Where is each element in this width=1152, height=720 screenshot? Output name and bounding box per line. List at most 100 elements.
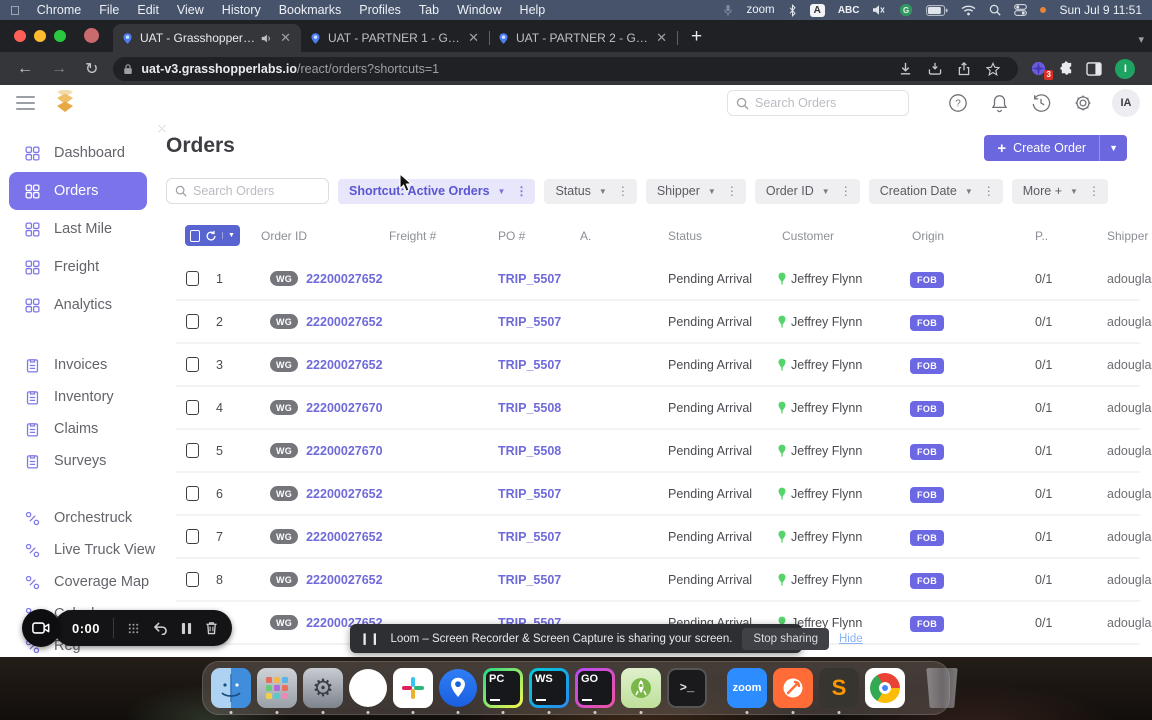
- input-source-icon[interactable]: A: [809, 3, 825, 17]
- menubar-menu-item[interactable]: File: [90, 3, 128, 17]
- settings-gear-icon[interactable]: [1062, 93, 1104, 113]
- chevron-down-icon[interactable]: ▼: [708, 187, 716, 196]
- filter-chip[interactable]: Creation Date ▼ ⋮: [868, 178, 1003, 204]
- order-row[interactable]: 8 WG 22200027652 TRIP_5507 Pending Arriv…: [176, 559, 1152, 602]
- global-search-input[interactable]: [755, 96, 900, 110]
- sidebar-item[interactable]: Inventory: [0, 381, 156, 413]
- row-checkbox[interactable]: [186, 357, 199, 372]
- stop-sharing-button[interactable]: Stop sharing: [742, 627, 829, 650]
- menubar-menu-item[interactable]: Chrome: [28, 3, 90, 17]
- user-avatar[interactable]: IA: [1112, 89, 1140, 117]
- po-number-link[interactable]: TRIP_5508: [485, 444, 580, 458]
- minimize-window-button[interactable]: [34, 30, 46, 42]
- filter-kebab-icon[interactable]: ⋮: [617, 184, 629, 198]
- menubar-menu-item[interactable]: Edit: [128, 3, 168, 17]
- save-to-device-icon[interactable]: [920, 62, 950, 75]
- zoom-menubar-label[interactable]: zoom: [746, 4, 774, 16]
- filter-chip[interactable]: More + ▼ ⋮: [1011, 178, 1108, 204]
- notifications-bell-icon[interactable]: [979, 93, 1020, 113]
- tab-overflow-chevron-icon[interactable]: ▾: [1138, 33, 1144, 46]
- dock-system-settings-icon[interactable]: ⚙: [303, 668, 343, 714]
- close-window-button[interactable]: [14, 30, 26, 42]
- dock-finder-icon[interactable]: [211, 668, 251, 714]
- filter-chip[interactable]: Shipper ▼ ⋮: [645, 178, 746, 204]
- bulk-select-control[interactable]: ▼: [185, 225, 240, 246]
- chevron-down-icon[interactable]: ▼: [599, 187, 607, 196]
- po-number-link[interactable]: TRIP_5507: [485, 358, 580, 372]
- order-row[interactable]: 3 WG 22200027652 TRIP_5507 Pending Arriv…: [176, 344, 1152, 387]
- refresh-icon[interactable]: [205, 230, 217, 242]
- column-header[interactable]: P..: [995, 229, 1060, 243]
- orders-search[interactable]: [166, 178, 329, 204]
- side-panel-icon[interactable]: [1080, 61, 1108, 76]
- column-header[interactable]: Freight #: [389, 229, 485, 243]
- grasshopper-logo[interactable]: [53, 90, 77, 116]
- address-bar[interactable]: uat-v3.grasshopperlabs.io/react/orders?s…: [113, 56, 1019, 81]
- menubar-menu-item[interactable]: Bookmarks: [270, 3, 351, 17]
- tab-close-icon[interactable]: ✕: [466, 30, 481, 46]
- menubar-menu-item[interactable]: Tab: [410, 3, 448, 17]
- dock-slack-icon[interactable]: [393, 668, 433, 714]
- create-order-button[interactable]: + Create Order ▼: [984, 135, 1127, 161]
- app-status-icon[interactable]: G: [899, 3, 913, 17]
- order-id-link[interactable]: 22200027670: [306, 401, 382, 415]
- column-header[interactable]: Customer: [757, 229, 884, 243]
- filter-kebab-icon[interactable]: ⋮: [726, 184, 738, 198]
- browser-tab[interactable]: UAT - PARTNER 2 - Grasshopp ✕: [489, 24, 678, 52]
- row-checkbox[interactable]: [186, 271, 199, 286]
- row-checkbox[interactable]: [186, 443, 199, 458]
- menubar-menu-item[interactable]: History: [213, 3, 270, 17]
- tab-close-icon[interactable]: ✕: [654, 30, 669, 46]
- order-id-link[interactable]: 22200027652: [306, 272, 382, 286]
- dock-grasshopper-pin-icon[interactable]: [439, 668, 477, 714]
- browser-tab[interactable]: UAT - PARTNER 1 - Grasshopp ✕: [301, 24, 490, 52]
- browser-user-avatar[interactable]: I: [1115, 58, 1136, 79]
- row-checkbox[interactable]: [186, 486, 199, 501]
- po-number-link[interactable]: TRIP_5507: [485, 487, 580, 501]
- menubar-menu-item[interactable]: Profiles: [350, 3, 410, 17]
- shortcut-filter-chip[interactable]: Shortcut: Active Orders ▼ ⋮: [338, 178, 536, 204]
- download-icon[interactable]: [891, 62, 920, 75]
- camera-bubble[interactable]: [22, 609, 60, 647]
- column-header[interactable]: Order ID: [261, 229, 389, 243]
- order-row[interactable]: 6 WG 22200027652 TRIP_5507 Pending Arriv…: [176, 473, 1152, 516]
- collapse-panel-icon[interactable]: ⤫: [158, 124, 166, 135]
- menubar-clock[interactable]: Sun Jul 9 11:51: [1059, 3, 1142, 17]
- browser-menu-kebab-icon[interactable]: ⋮: [1142, 61, 1152, 77]
- sidebar-item[interactable]: Last Mile: [0, 210, 156, 248]
- filter-kebab-icon[interactable]: ⋮: [840, 184, 852, 198]
- volume-muted-icon[interactable]: [872, 4, 886, 16]
- chevron-down-icon[interactable]: ▼: [965, 187, 973, 196]
- filter-chip[interactable]: Order ID ▼ ⋮: [754, 178, 860, 204]
- menubar-menu-item[interactable]: Help: [511, 3, 555, 17]
- bluetooth-icon[interactable]: [788, 3, 797, 17]
- dock-webstorm-icon[interactable]: WS: [529, 668, 569, 714]
- apple-menu-icon[interactable]: : [10, 3, 20, 18]
- select-all-checkbox[interactable]: [190, 229, 200, 242]
- global-search[interactable]: [727, 90, 909, 116]
- column-header[interactable]: Status: [645, 229, 757, 243]
- po-number-link[interactable]: TRIP_5507: [485, 272, 580, 286]
- order-id-link[interactable]: 22200027652: [306, 530, 382, 544]
- dock-trash-icon[interactable]: [925, 668, 959, 708]
- sidebar-item[interactable]: Orders: [9, 172, 147, 210]
- sidebar-item[interactable]: Live Truck View: [0, 534, 156, 566]
- delete-recording-icon[interactable]: [205, 621, 218, 635]
- control-center-icon[interactable]: [1014, 4, 1028, 16]
- column-header[interactable]: A.: [580, 229, 645, 243]
- po-number-link[interactable]: TRIP_5507: [485, 315, 580, 329]
- abc-input-label[interactable]: ABC: [838, 5, 860, 16]
- dock-postman-icon[interactable]: [773, 668, 813, 714]
- pinned-extension-icon[interactable]: 3: [1024, 60, 1054, 80]
- filter-kebab-icon[interactable]: ⋮: [1088, 184, 1100, 198]
- dock-chrome-icon[interactable]: [349, 668, 387, 714]
- bulk-dropdown-icon[interactable]: ▼: [222, 232, 235, 239]
- dock-chrome-alt-icon[interactable]: [865, 668, 905, 708]
- sidebar-item[interactable]: Coverage Map: [0, 566, 156, 598]
- dock-terminal-icon[interactable]: >_: [667, 668, 707, 708]
- pause-recording-icon[interactable]: [181, 622, 192, 635]
- row-checkbox[interactable]: [186, 314, 199, 329]
- browser-profile-avatar[interactable]: [84, 28, 99, 43]
- row-checkbox[interactable]: [186, 400, 199, 415]
- chevron-down-icon[interactable]: ▼: [498, 187, 506, 196]
